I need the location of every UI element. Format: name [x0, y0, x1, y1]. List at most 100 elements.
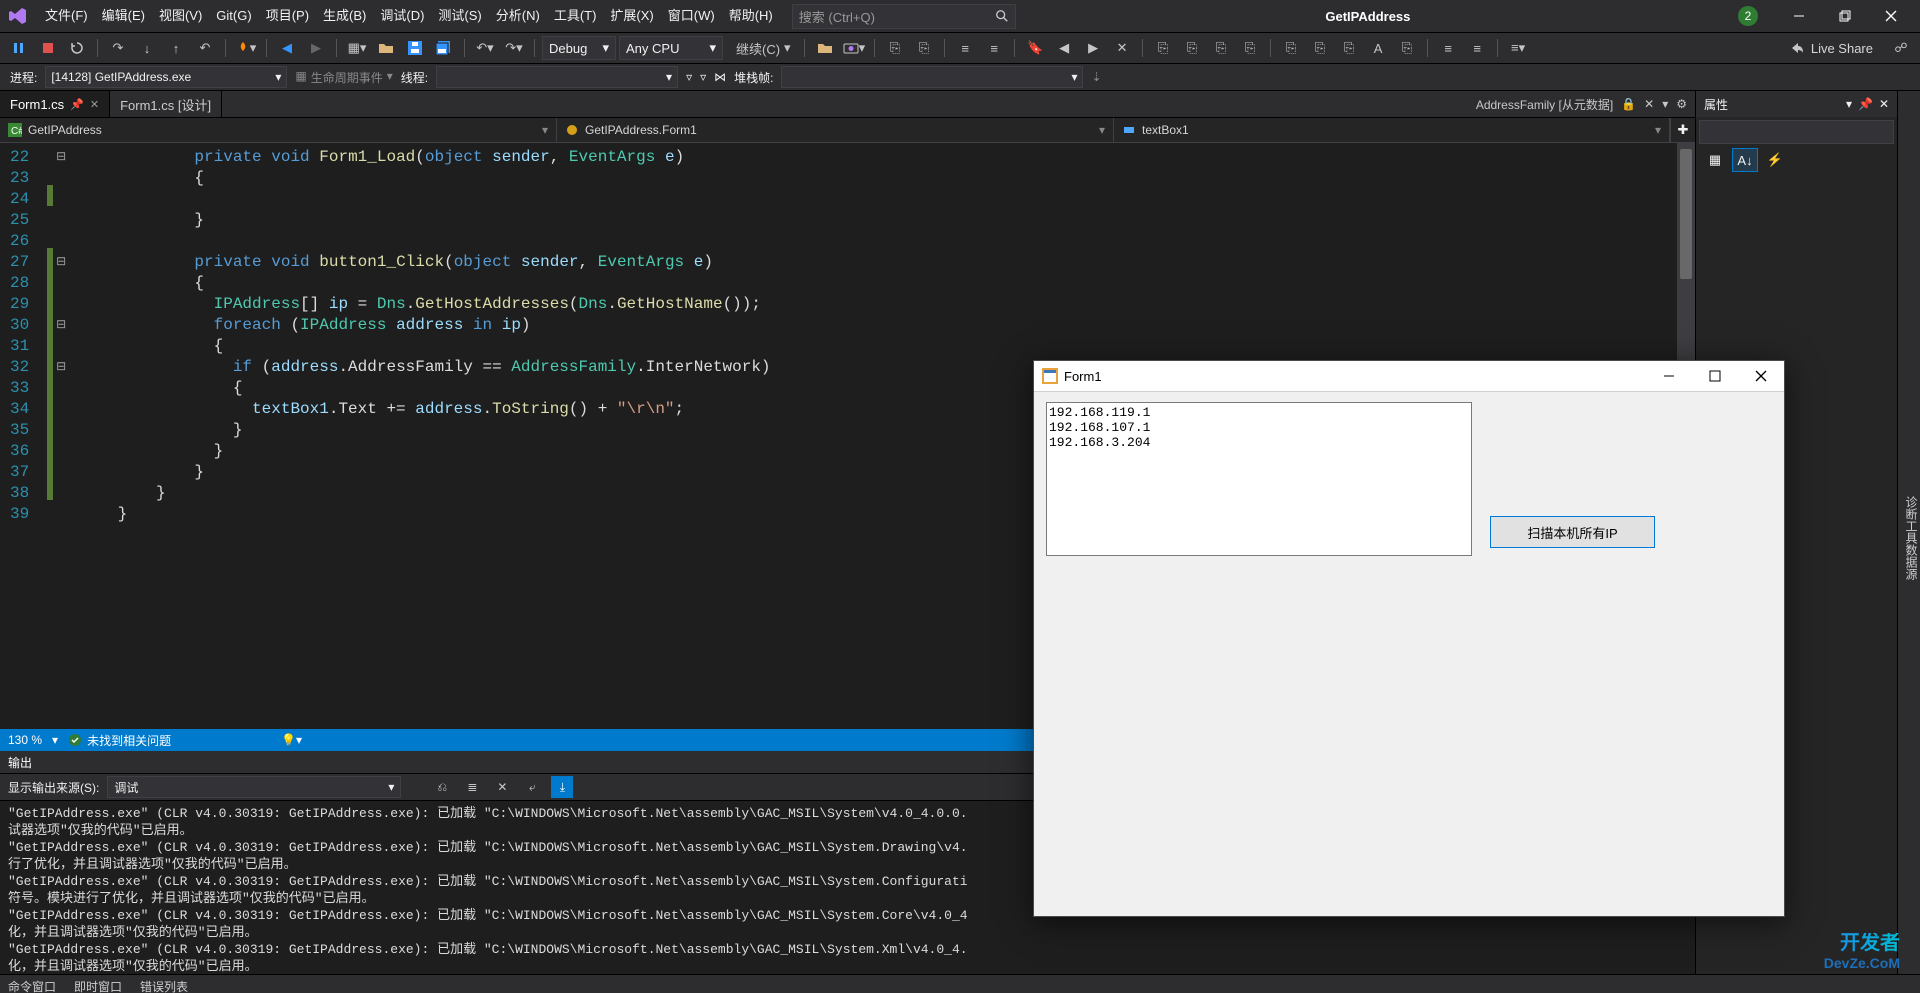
- open-button[interactable]: [373, 36, 399, 60]
- bookmark-next-button[interactable]: ▶: [1080, 36, 1106, 60]
- nav-fwd-button[interactable]: ▶: [303, 36, 329, 60]
- output-clear-button[interactable]: ✕: [491, 776, 513, 798]
- output-goto-button[interactable]: ≣: [461, 776, 483, 798]
- hot-reload-button[interactable]: ▾: [233, 36, 259, 60]
- misc-button-7[interactable]: ⎘: [1336, 36, 1362, 60]
- close-icon[interactable]: ✕: [1644, 97, 1654, 111]
- status-item[interactable]: 即时窗口: [74, 978, 122, 993]
- pause-button[interactable]: [6, 36, 32, 60]
- output-source-combo[interactable]: 调试▾: [107, 776, 401, 798]
- attach-process-button[interactable]: [812, 36, 838, 60]
- misc-button-3[interactable]: ⎘: [1208, 36, 1234, 60]
- scrollbar-thumb[interactable]: [1680, 149, 1692, 279]
- window-minimize-button[interactable]: [1776, 0, 1822, 32]
- zoom-level[interactable]: 130 %: [8, 733, 42, 747]
- dropdown-icon[interactable]: ▾: [1662, 97, 1668, 111]
- start-debug-button[interactable]: 继续(C)▾: [726, 36, 797, 60]
- menu-item[interactable]: 项目(P): [259, 0, 316, 32]
- form1-close-button[interactable]: [1738, 361, 1784, 391]
- preview-tab-label[interactable]: AddressFamily [从元数据]: [1476, 96, 1613, 113]
- stackframe-combo[interactable]: ▾: [781, 66, 1083, 88]
- indent-button[interactable]: ≡: [952, 36, 978, 60]
- search-box[interactable]: 搜索 (Ctrl+Q): [792, 4, 1016, 29]
- close-icon[interactable]: ✕: [1879, 97, 1889, 111]
- restart-button[interactable]: [64, 36, 90, 60]
- tab-form1-design[interactable]: Form1.cs [设计]: [110, 91, 222, 117]
- crumb-project[interactable]: C# GetIPAddress▾: [0, 118, 557, 142]
- new-item-button[interactable]: ▦▾: [344, 36, 370, 60]
- properties-title-bar[interactable]: 属性 ▾ 📌 ✕: [1696, 91, 1897, 117]
- diagnostic-tools-tab[interactable]: 诊断工具数据源: [1897, 91, 1920, 974]
- misc-button-12[interactable]: ≡▾: [1505, 36, 1531, 60]
- form1-minimize-button[interactable]: [1646, 361, 1692, 391]
- menu-item[interactable]: 视图(V): [152, 0, 209, 32]
- misc-button-9[interactable]: ⎘: [1394, 36, 1420, 60]
- step-into-button[interactable]: ↓: [134, 36, 160, 60]
- menu-item[interactable]: Git(G): [209, 0, 258, 32]
- bookmark-prev-button[interactable]: ◀: [1051, 36, 1077, 60]
- split-button[interactable]: ✚: [1670, 118, 1695, 142]
- menu-item[interactable]: 编辑(E): [95, 0, 152, 32]
- menu-item[interactable]: 帮助(H): [722, 0, 780, 32]
- form1-titlebar[interactable]: Form1: [1034, 361, 1784, 392]
- thread-combo[interactable]: ▾: [436, 66, 678, 88]
- status-item[interactable]: 命令窗口: [8, 978, 56, 993]
- screenshot-button[interactable]: ▾: [841, 36, 868, 60]
- form1-textbox[interactable]: [1046, 402, 1472, 556]
- step-back-button[interactable]: ↶: [192, 36, 218, 60]
- no-issues-indicator[interactable]: 未找到相关问题: [68, 732, 171, 749]
- alphabetical-view-icon[interactable]: A↓: [1732, 148, 1758, 172]
- lifecycle-button[interactable]: ▦ 生命周期事件 ▾: [295, 69, 392, 86]
- process-combo[interactable]: [14128] GetIPAddress.exe▾: [45, 66, 287, 88]
- tab-form1-cs[interactable]: Form1.cs 📌 ✕: [0, 91, 110, 117]
- categorized-view-icon[interactable]: ▦: [1702, 148, 1728, 172]
- output-autoscroll-button[interactable]: ⤓: [551, 776, 573, 798]
- dropdown-icon[interactable]: ▾: [1846, 97, 1852, 111]
- step-over-button[interactable]: ↷: [105, 36, 131, 60]
- form1-maximize-button[interactable]: [1692, 361, 1738, 391]
- feedback-button[interactable]: ☍: [1888, 36, 1914, 60]
- fold-column[interactable]: ⊟ ⊟ ⊟ ⊟: [53, 143, 69, 729]
- misc-button-5[interactable]: ⎘: [1278, 36, 1304, 60]
- lightbulb-icon[interactable]: 💡▾: [281, 733, 302, 747]
- stop-button[interactable]: [35, 36, 61, 60]
- menu-item[interactable]: 窗口(W): [661, 0, 722, 32]
- misc-button-10[interactable]: ≡: [1435, 36, 1461, 60]
- misc-button-1[interactable]: ⎘: [1150, 36, 1176, 60]
- flag-filter-button[interactable]: ▿: [686, 70, 692, 84]
- thread-filter-button[interactable]: ▿: [700, 70, 706, 84]
- misc-button-11[interactable]: ≡: [1464, 36, 1490, 60]
- save-all-button[interactable]: [431, 36, 457, 60]
- menu-item[interactable]: 工具(T): [547, 0, 604, 32]
- menu-item[interactable]: 分析(N): [489, 0, 547, 32]
- notification-badge[interactable]: 2: [1738, 6, 1758, 26]
- save-button[interactable]: [402, 36, 428, 60]
- misc-button-2[interactable]: ⎘: [1179, 36, 1205, 60]
- bookmark-button[interactable]: 🔖: [1022, 36, 1048, 60]
- redo-button[interactable]: ↷▾: [501, 36, 527, 60]
- output-find-button[interactable]: ⎌: [431, 776, 453, 798]
- bookmark-clear-button[interactable]: ✕: [1109, 36, 1135, 60]
- crumb-member[interactable]: textBox1▾: [1114, 118, 1670, 142]
- form1-scan-button[interactable]: 扫描本机所有IP: [1490, 516, 1655, 548]
- menu-item[interactable]: 文件(F): [38, 0, 95, 32]
- menu-item[interactable]: 生成(B): [316, 0, 373, 32]
- status-item[interactable]: 错误列表: [140, 978, 188, 993]
- form1-running-window[interactable]: Form1 扫描本机所有IP: [1033, 360, 1785, 917]
- menu-item[interactable]: 调试(D): [373, 0, 431, 32]
- misc-button-8[interactable]: A: [1365, 36, 1391, 60]
- menu-item[interactable]: 扩展(X): [603, 0, 660, 32]
- pin-icon[interactable]: 📌: [70, 98, 84, 111]
- close-icon[interactable]: ✕: [90, 98, 99, 111]
- window-restore-button[interactable]: [1822, 0, 1868, 32]
- events-view-icon[interactable]: ⚡: [1762, 148, 1788, 172]
- misc-button-4[interactable]: ⎘: [1237, 36, 1263, 60]
- window-close-button[interactable]: [1868, 0, 1914, 32]
- nav-back-button[interactable]: ◀: [274, 36, 300, 60]
- config-combo[interactable]: Debug▾: [542, 36, 616, 60]
- live-share-button[interactable]: Live Share: [1777, 40, 1885, 56]
- output-wrap-button[interactable]: ⤶: [521, 776, 543, 798]
- toolbox-button[interactable]: ⎘: [882, 36, 908, 60]
- misc-button-6[interactable]: ⎘: [1307, 36, 1333, 60]
- threads-icon[interactable]: ⋈: [714, 70, 726, 84]
